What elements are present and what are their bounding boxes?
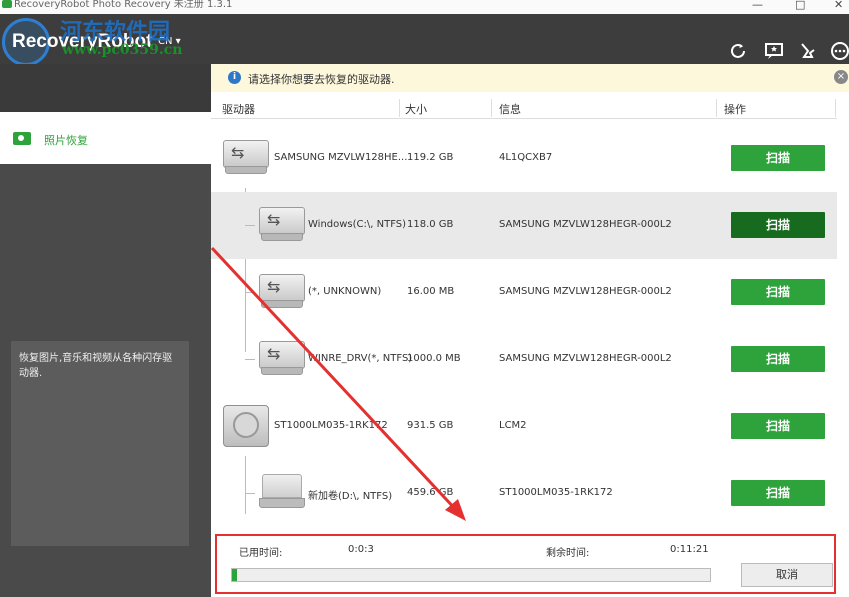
usb-icon: ⇆ [223, 140, 269, 176]
drive-info: SAMSUNG MZVLW128HEGR-000L2 [499, 353, 672, 364]
sidebar-top [0, 64, 211, 112]
remaining-time-value: 0:11:21 [670, 544, 709, 555]
info-icon: i [228, 71, 241, 84]
feedback-icon[interactable] [763, 41, 785, 63]
drive-icon [259, 474, 305, 512]
tree-line [245, 225, 255, 226]
column-header-info[interactable]: 信息 [499, 101, 521, 117]
table-row[interactable]: 新加卷(D:\, NTFS) 459.6 GB ST1000LM035-1RK1… [211, 460, 837, 527]
drive-info: LCM2 [499, 420, 527, 431]
progress-bar [231, 568, 711, 582]
app-icon [2, 0, 12, 8]
notice-bar: i 请选择你想要去恢复的驱动器. × [211, 64, 849, 92]
elapsed-time-label: 已用时间: [239, 548, 283, 559]
table-row[interactable]: ST1000LM035-1RK172 931.5 GB LCM2 扫描 [211, 393, 837, 460]
scan-button[interactable]: 扫描 [731, 212, 825, 238]
table-row[interactable]: ⇆ SAMSUNG MZVLW128HE... 119.2 GB 4L1QCXB… [211, 125, 837, 192]
table-header: 驱动器 大小 信息 操作 [211, 97, 837, 119]
elapsed-time-value: 0:0:3 [348, 544, 374, 555]
app-header: RecoveryRobot CN ▾ 河东软件园 www.pc0359.cn [0, 14, 849, 66]
scan-button[interactable]: 扫描 [731, 413, 825, 439]
usb-icon: ⇆ [259, 341, 305, 377]
drive-size: 931.5 GB [407, 420, 454, 431]
drive-name: ST1000LM035-1RK172 [274, 420, 388, 431]
refresh-icon[interactable] [727, 41, 749, 63]
column-divider [835, 99, 836, 117]
drive-size: 118.0 GB [407, 219, 454, 230]
drive-name: 新加卷(D:\, NTFS) [308, 491, 393, 502]
usb-icon: ⇆ [259, 207, 305, 243]
progress-fill [232, 569, 237, 581]
drive-name: Windows(C:\, NTFS) [308, 219, 407, 230]
column-divider [399, 99, 400, 117]
hdd-icon [223, 405, 269, 447]
drive-name: (*, UNKNOWN) [308, 286, 382, 297]
column-divider [491, 99, 492, 117]
drive-name: SAMSUNG MZVLW128HE... [274, 152, 408, 163]
maximize-button[interactable]: □ [795, 0, 805, 10]
column-divider [716, 99, 717, 117]
column-header-action[interactable]: 操作 [724, 101, 746, 117]
drive-size: 459.6 GB [407, 487, 454, 498]
drive-info: SAMSUNG MZVLW128HEGR-000L2 [499, 219, 672, 230]
scan-button[interactable]: 扫描 [731, 145, 825, 171]
usb-icon: ⇆ [259, 274, 305, 310]
remaining-time-label: 剩余时间: [546, 548, 590, 559]
watermark-url: www.pc0359.cn [62, 42, 183, 58]
progress-panel: 已用时间: 0:0:3 剩余时间: 0:11:21 取消 [215, 534, 836, 594]
drive-size: 1000.0 MB [407, 353, 461, 364]
sidebar: 照片恢复 恢复图片,音乐和视频从各种闪存驱动器. [0, 64, 211, 597]
main-panel: i 请选择你想要去恢复的驱动器. × 驱动器 大小 信息 操作 ⇆ SAMSUN… [211, 64, 849, 597]
more-icon[interactable] [829, 41, 849, 63]
clean-icon[interactable] [797, 41, 819, 63]
table-row[interactable]: ⇆ Windows(C:\, NTFS) 118.0 GB SAMSUNG MZ… [211, 192, 837, 259]
sidebar-item-label: 照片恢复 [44, 134, 88, 147]
drive-size: 119.2 GB [407, 152, 454, 163]
column-header-size[interactable]: 大小 [405, 101, 427, 117]
tree-line [245, 493, 255, 494]
drive-info: SAMSUNG MZVLW128HEGR-000L2 [499, 286, 672, 297]
column-header-drive[interactable]: 驱动器 [222, 101, 255, 117]
close-button[interactable]: ✕ [834, 0, 843, 10]
minimize-button[interactable]: — [752, 0, 763, 10]
scan-button[interactable]: 扫描 [731, 480, 825, 506]
table-row[interactable]: ⇆ (*, UNKNOWN) 16.00 MB SAMSUNG MZVLW128… [211, 259, 837, 326]
scan-button[interactable]: 扫描 [731, 346, 825, 372]
camera-icon [13, 132, 31, 145]
drive-info: ST1000LM035-1RK172 [499, 487, 613, 498]
title-bar: RecoveryRobot Photo Recovery 未注册 1.3.1 —… [0, 0, 849, 14]
sidebar-description: 恢复图片,音乐和视频从各种闪存驱动器. [11, 341, 189, 546]
scan-button[interactable]: 扫描 [731, 279, 825, 305]
tree-line [245, 359, 255, 360]
window-title: RecoveryRobot Photo Recovery 未注册 1.3.1 [14, 0, 233, 10]
drive-name: WINRE_DRV(*, NTFS) [308, 353, 413, 364]
drive-info: 4L1QCXB7 [499, 152, 553, 163]
table-row[interactable]: ⇆ WINRE_DRV(*, NTFS) 1000.0 MB SAMSUNG M… [211, 326, 837, 393]
tree-line [245, 292, 255, 293]
drive-size: 16.00 MB [407, 286, 455, 297]
notice-text: 请选择你想要去恢复的驱动器. [248, 73, 395, 86]
sidebar-item-photo-recovery[interactable]: 照片恢复 [0, 112, 211, 164]
notice-close-icon[interactable]: × [834, 70, 848, 84]
cancel-button[interactable]: 取消 [741, 563, 833, 587]
